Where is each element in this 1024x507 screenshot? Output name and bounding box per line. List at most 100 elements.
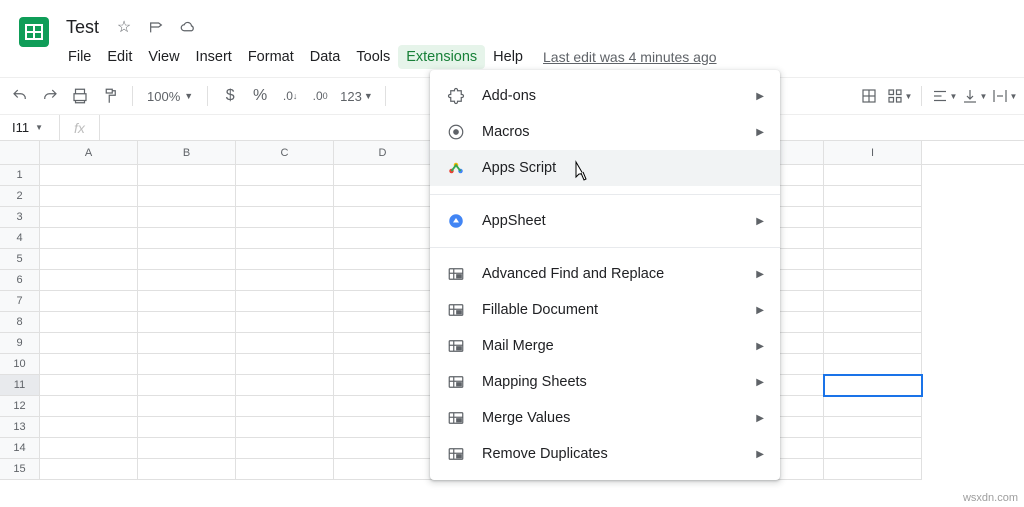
cell[interactable] <box>824 228 922 249</box>
cell[interactable] <box>824 270 922 291</box>
cell[interactable] <box>138 333 236 354</box>
menu-item-fillable-document[interactable]: Fillable Document▶ <box>430 292 780 328</box>
cell[interactable] <box>138 417 236 438</box>
cell[interactable] <box>236 165 334 186</box>
cell[interactable] <box>236 459 334 480</box>
cell[interactable] <box>138 312 236 333</box>
text-wrap-button[interactable]: ▼ <box>990 82 1018 110</box>
menu-item-advanced-find-and-replace[interactable]: Advanced Find and Replace▶ <box>430 256 780 292</box>
cell[interactable] <box>824 207 922 228</box>
row-header[interactable]: 14 <box>0 438 40 459</box>
more-formats-button[interactable]: 123▼ <box>336 89 377 104</box>
cell[interactable] <box>40 312 138 333</box>
cell[interactable] <box>138 228 236 249</box>
cell[interactable] <box>40 375 138 396</box>
menu-item-appsheet[interactable]: AppSheet▶ <box>430 203 780 239</box>
cell[interactable] <box>334 333 432 354</box>
menu-item-mail-merge[interactable]: Mail Merge▶ <box>430 328 780 364</box>
last-edit-link[interactable]: Last edit was 4 minutes ago <box>543 49 717 65</box>
format-currency-button[interactable]: $ <box>216 82 244 110</box>
column-header[interactable]: A <box>40 141 138 164</box>
row-header[interactable]: 3 <box>0 207 40 228</box>
paint-format-button[interactable] <box>96 82 124 110</box>
cell[interactable] <box>138 165 236 186</box>
cell[interactable] <box>334 396 432 417</box>
cell[interactable] <box>334 459 432 480</box>
menu-item-remove-duplicates[interactable]: Remove Duplicates▶ <box>430 436 780 472</box>
cell[interactable] <box>138 291 236 312</box>
row-header[interactable]: 11 <box>0 375 40 396</box>
cell[interactable] <box>138 438 236 459</box>
cell[interactable] <box>40 270 138 291</box>
menu-item-mapping-sheets[interactable]: Mapping Sheets▶ <box>430 364 780 400</box>
decrease-decimals-button[interactable]: .0↓ <box>276 82 304 110</box>
cell[interactable] <box>236 207 334 228</box>
cell[interactable] <box>334 417 432 438</box>
cell[interactable] <box>824 417 922 438</box>
menu-item-merge-values[interactable]: Merge Values▶ <box>430 400 780 436</box>
cell[interactable] <box>236 186 334 207</box>
row-header[interactable]: 13 <box>0 417 40 438</box>
star-icon[interactable]: ☆ <box>115 18 133 36</box>
name-box[interactable]: I11▼ <box>0 115 60 140</box>
cell[interactable] <box>334 291 432 312</box>
doc-title[interactable]: Test <box>60 15 105 40</box>
cell[interactable] <box>236 375 334 396</box>
borders-button[interactable] <box>855 82 883 110</box>
cell[interactable] <box>236 228 334 249</box>
cell[interactable] <box>40 207 138 228</box>
cell[interactable] <box>824 333 922 354</box>
cell[interactable] <box>138 249 236 270</box>
row-header[interactable]: 5 <box>0 249 40 270</box>
cell[interactable] <box>40 186 138 207</box>
cell[interactable] <box>236 396 334 417</box>
cell[interactable] <box>236 354 334 375</box>
cell[interactable] <box>138 354 236 375</box>
cell[interactable] <box>824 354 922 375</box>
menu-edit[interactable]: Edit <box>99 45 140 69</box>
row-header[interactable]: 7 <box>0 291 40 312</box>
cell[interactable] <box>334 165 432 186</box>
cell[interactable] <box>40 438 138 459</box>
menu-format[interactable]: Format <box>240 45 302 69</box>
cell[interactable] <box>40 459 138 480</box>
menu-extensions[interactable]: Extensions <box>398 45 485 69</box>
cell[interactable] <box>236 270 334 291</box>
cell[interactable] <box>824 438 922 459</box>
cell[interactable] <box>334 228 432 249</box>
menu-data[interactable]: Data <box>302 45 349 69</box>
row-header[interactable]: 6 <box>0 270 40 291</box>
cell[interactable] <box>334 186 432 207</box>
cell[interactable] <box>40 333 138 354</box>
increase-decimals-button[interactable]: .00 <box>306 82 334 110</box>
cell[interactable] <box>334 249 432 270</box>
cell[interactable] <box>40 249 138 270</box>
cell[interactable] <box>40 417 138 438</box>
row-header[interactable]: 4 <box>0 228 40 249</box>
menu-item-macros[interactable]: Macros▶ <box>430 114 780 150</box>
cell[interactable] <box>824 459 922 480</box>
cell[interactable] <box>138 459 236 480</box>
horizontal-align-button[interactable]: ▼ <box>930 82 958 110</box>
column-header[interactable]: B <box>138 141 236 164</box>
zoom-select[interactable]: 100%▼ <box>141 89 199 104</box>
cloud-status-icon[interactable] <box>179 18 197 36</box>
menu-view[interactable]: View <box>140 45 187 69</box>
format-percent-button[interactable]: % <box>246 82 274 110</box>
cell[interactable] <box>334 354 432 375</box>
cell[interactable] <box>236 438 334 459</box>
cell[interactable] <box>138 396 236 417</box>
row-header[interactable]: 2 <box>0 186 40 207</box>
cell[interactable] <box>824 165 922 186</box>
cell[interactable] <box>824 291 922 312</box>
move-icon[interactable] <box>147 18 165 36</box>
cell[interactable] <box>138 207 236 228</box>
menu-tools[interactable]: Tools <box>348 45 398 69</box>
cell[interactable] <box>236 312 334 333</box>
cell[interactable] <box>236 249 334 270</box>
row-header[interactable]: 1 <box>0 165 40 186</box>
cell[interactable] <box>824 186 922 207</box>
cell[interactable] <box>236 291 334 312</box>
column-header[interactable]: I <box>824 141 922 164</box>
cell[interactable] <box>138 186 236 207</box>
